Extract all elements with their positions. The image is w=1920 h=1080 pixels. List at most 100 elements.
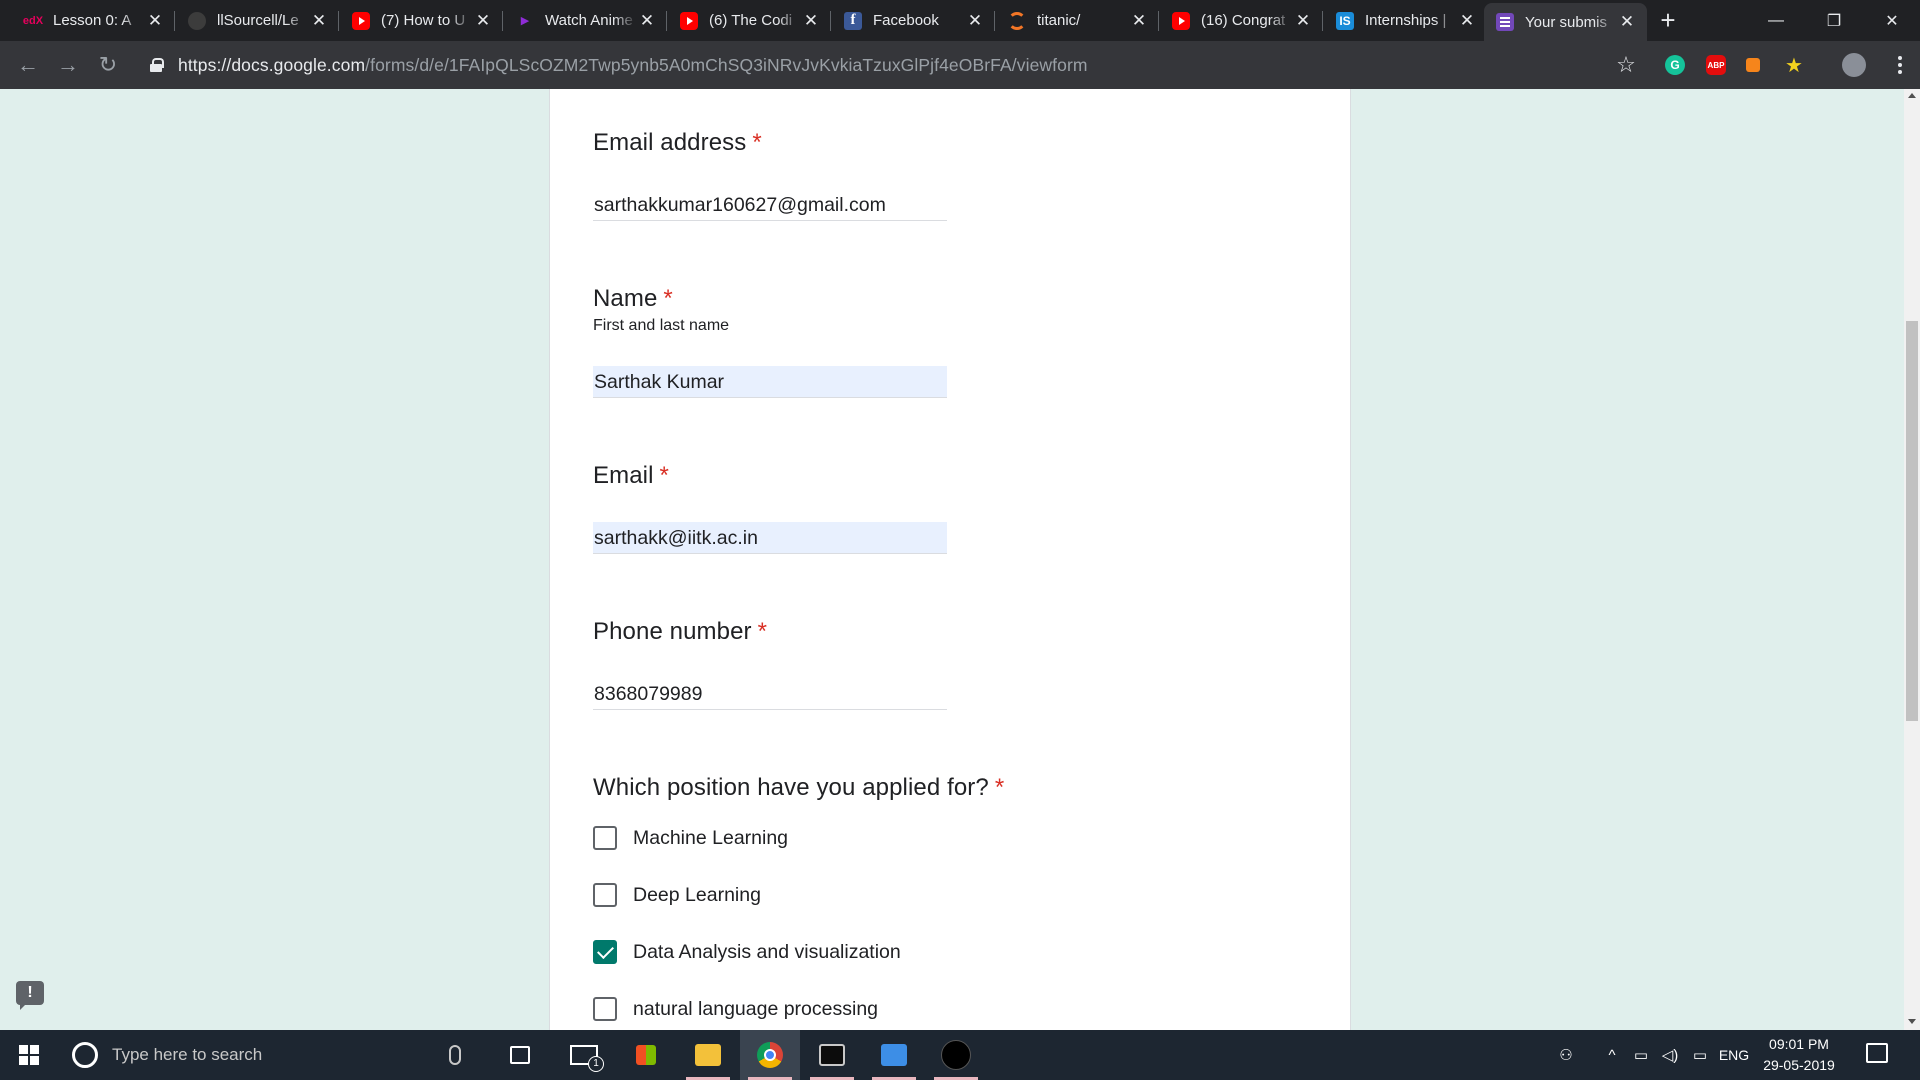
option-nlp[interactable]: natural language processing [593,994,878,1024]
address-bar[interactable]: https://docs.google.com/forms/d/e/1FAIpQ… [140,47,1622,83]
url-text[interactable]: https://docs.google.com/forms/d/e/1FAIpQ… [178,55,1088,76]
close-tab-icon[interactable]: ✕ [1617,12,1637,32]
tab-4[interactable]: (6) The Codi ✕ [668,0,831,41]
tab-separator [830,11,831,31]
behance-app-icon[interactable] [926,1030,986,1080]
checkbox-unchecked[interactable] [593,997,617,1021]
close-tab-icon[interactable]: ✕ [309,11,329,31]
option-machine-learning[interactable]: Machine Learning [593,823,788,853]
email-address-field[interactable]: sarthakkumar160627@gmail.com [593,189,947,221]
clock-date: 29-05-2019 [1763,1057,1835,1073]
close-tab-icon[interactable]: ✕ [965,11,985,31]
checkbox-checked[interactable] [593,940,617,964]
tab-title: Lesson 0: A [53,12,132,29]
required-asterisk: * [659,462,669,489]
bookmark-star-icon[interactable]: ☆ [1612,51,1640,79]
email-field[interactable]: sarthakk@iitk.ac.in [593,522,947,554]
volume-icon[interactable]: ◁) [1656,1030,1684,1080]
tab-title: llSourcell/Le [217,12,299,29]
tab-1[interactable]: llSourcell/Le ✕ [176,0,339,41]
language-indicator[interactable]: ENG [1716,1030,1752,1080]
back-button[interactable]: ← [14,51,42,79]
tab-separator [994,11,995,31]
name-field[interactable]: Sarthak Kumar [593,366,947,398]
question-title: Name * [593,285,729,313]
required-asterisk: * [663,285,673,312]
tab-5[interactable]: f Facebook ✕ [832,0,995,41]
close-tab-icon[interactable]: ✕ [1293,11,1313,31]
cortana-icon [72,1042,98,1068]
chrome-app-icon[interactable] [740,1030,800,1080]
clock-time: 09:01 PM [1769,1036,1829,1052]
page-scrollbar[interactable] [1904,89,1920,1030]
option-label: Deep Learning [633,883,761,906]
checkbox-unchecked[interactable] [593,826,617,850]
reload-button[interactable]: ↻ [94,51,122,79]
star-extension-icon[interactable]: ★ [1784,55,1804,77]
report-feedback-icon[interactable]: ! [16,981,44,1010]
windows-logo-icon [19,1045,39,1065]
browser-toolbar: ← → ↻ https://docs.google.com/forms/d/e/… [0,41,1920,89]
network-icon[interactable]: ▭ [1686,1030,1714,1080]
tab-title: (6) The Codi [709,12,793,29]
github-icon [188,11,206,30]
action-center-icon[interactable] [1866,1043,1888,1063]
scroll-up-arrow-icon[interactable] [1908,93,1916,98]
tab-separator [502,11,503,31]
tab-6[interactable]: titanic/ ✕ [996,0,1159,41]
taskbar-clock[interactable]: 09:01 PM 29-05-2019 [1754,1034,1844,1076]
tab-title: Internships | [1365,12,1447,29]
store-app-icon[interactable] [616,1030,676,1080]
close-tab-icon[interactable]: ✕ [801,11,821,31]
task-view-glyph [510,1046,530,1064]
adblock-plus-icon[interactable]: ABP [1706,55,1726,75]
lock-icon[interactable] [150,58,164,72]
tab-separator [1322,11,1323,31]
tab-separator [174,11,175,31]
people-icon[interactable]: ⚇ [1548,1030,1584,1080]
tab-0[interactable]: edX Lesson 0: A ✕ [12,0,175,41]
tab-7[interactable]: (16) Congrat ✕ [1160,0,1323,41]
tab-separator [1158,11,1159,31]
control-panel-glyph [881,1044,907,1066]
microphone-icon[interactable] [449,1045,461,1065]
youtube-icon [680,11,698,30]
browser-menu-icon[interactable] [1888,51,1912,79]
question-email-address: Email address * [593,129,762,157]
option-data-analysis[interactable]: Data Analysis and visualization [593,937,901,967]
question-title: Which position have you applied for? * [593,774,1004,802]
close-tab-icon[interactable]: ✕ [145,11,165,31]
file-explorer-icon[interactable] [678,1030,738,1080]
tab-8[interactable]: IS Internships | ✕ [1324,0,1487,41]
close-tab-icon[interactable]: ✕ [1129,11,1149,31]
grammarly-icon[interactable]: G [1665,55,1685,75]
forward-button[interactable]: → [54,51,82,79]
option-deep-learning[interactable]: Deep Learning [593,880,761,910]
tab-2[interactable]: (7) How to U ✕ [340,0,503,41]
tab-3[interactable]: ▶ Watch Anime ✕ [504,0,667,41]
task-view-icon[interactable] [490,1030,550,1080]
profile-avatar-icon[interactable] [1842,53,1866,77]
metamask-icon[interactable] [1746,58,1760,72]
scroll-down-arrow-icon[interactable] [1908,1019,1916,1024]
new-tab-button[interactable]: + [1654,6,1682,34]
phone-number-field[interactable]: 8368079989 [593,678,947,710]
start-button[interactable] [0,1030,58,1080]
close-tab-icon[interactable]: ✕ [1457,11,1477,31]
restore-button[interactable]: ❐ [1810,0,1858,41]
taskbar-search-box[interactable]: Type here to search [58,1030,483,1080]
terminal-app-icon[interactable] [802,1030,862,1080]
close-tab-icon[interactable]: ✕ [637,11,657,31]
tab-9-active[interactable]: Your submis ✕ [1484,3,1647,41]
scrollbar-thumb[interactable] [1906,321,1918,721]
question-title-text: Phone number [593,618,752,645]
grammarly-label: G [1670,58,1680,72]
mail-app-icon[interactable]: 1 [554,1030,614,1080]
close-tab-icon[interactable]: ✕ [473,11,493,31]
minimize-button[interactable]: — [1752,0,1800,41]
control-panel-icon[interactable] [864,1030,924,1080]
checkbox-unchecked[interactable] [593,883,617,907]
close-window-button[interactable]: ✕ [1868,0,1916,41]
show-hidden-icons-chevron-icon[interactable]: ^ [1600,1030,1624,1080]
battery-icon[interactable]: ▭ [1626,1030,1656,1080]
